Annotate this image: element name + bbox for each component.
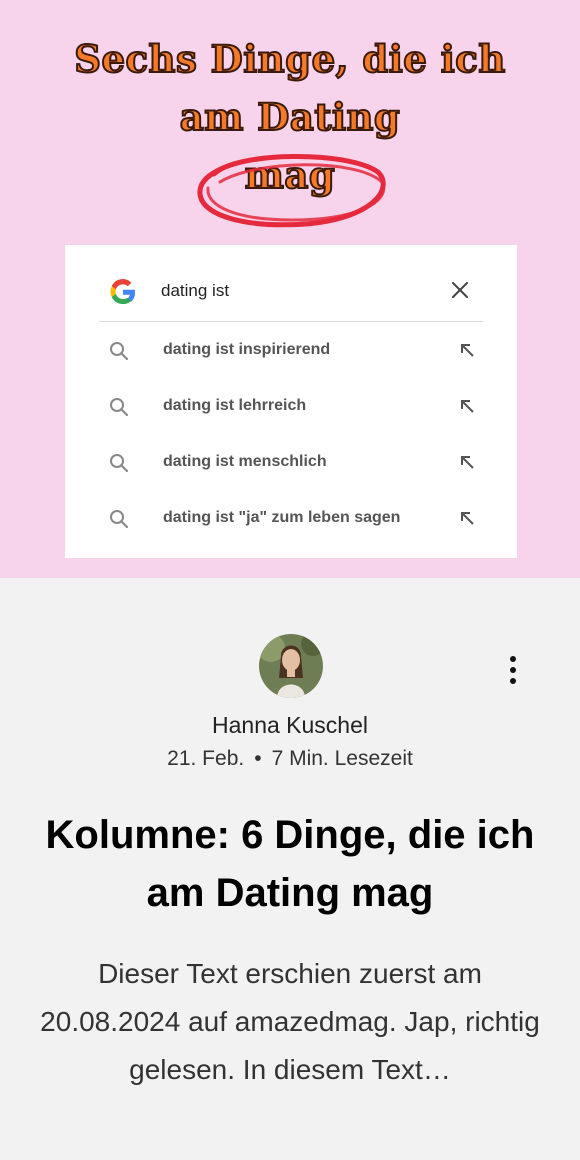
author-name[interactable]: Hanna Kuschel [0,712,580,739]
suggestion-item: dating ist menschlich [109,448,475,478]
search-query: dating ist [161,281,230,300]
suggestion-text: dating ist menschlich [163,453,327,470]
search-icon [110,454,129,473]
google-g-icon [110,279,136,305]
search-bar: dating ist [99,267,483,322]
search-screenshot: dating ist dating ist inspirierend datin… [65,245,517,558]
suggestion-text: dating ist lehrreich [163,397,307,414]
suggestion-item: dating ist inspirierend [109,336,475,366]
author-avatar[interactable] [259,634,323,698]
suggestion-item: dating ist "ja" zum leben sagen [109,504,475,534]
more-options-icon[interactable] [500,654,526,686]
post-title[interactable]: Kolumne: 6 Dinge, die ich am Dating mag [20,806,560,922]
suggestion-text: dating ist "ja" zum leben sagen [163,509,401,526]
cover-title-line-2: am Dating [179,94,401,140]
arrow-up-left-icon [461,400,474,413]
read-time: 7 Min. Lesezeit [271,747,413,770]
search-icon [110,342,129,361]
meta-separator: • [254,747,262,770]
post-card[interactable]: Hanna Kuschel 21. Feb. • 7 Min. Lesezeit K… [0,578,580,1160]
avatar-photo [259,634,323,698]
arrow-up-left-icon [461,512,474,525]
post-excerpt: Dieser Text erschien zuerst am 20.08.202… [40,958,540,1085]
suggestion-text: dating ist inspirierend [163,341,331,358]
search-icon [110,510,129,529]
suggestion-item: dating ist lehrreich [109,392,475,422]
hero-cover-image[interactable]: Sechs Dinge, die ich am Dating mag datin… [0,0,580,578]
arrow-up-left-icon [461,456,474,469]
search-icon [110,398,129,417]
post-meta: 21. Feb. • 7 Min. Lesezeit [0,747,580,771]
post-date: 21. Feb. [167,747,245,770]
close-icon [452,282,468,298]
hand-drawn-circle [197,154,386,228]
cover-title-line-1: Sechs Dinge, die ich [73,36,506,82]
arrow-up-left-icon [461,344,474,357]
